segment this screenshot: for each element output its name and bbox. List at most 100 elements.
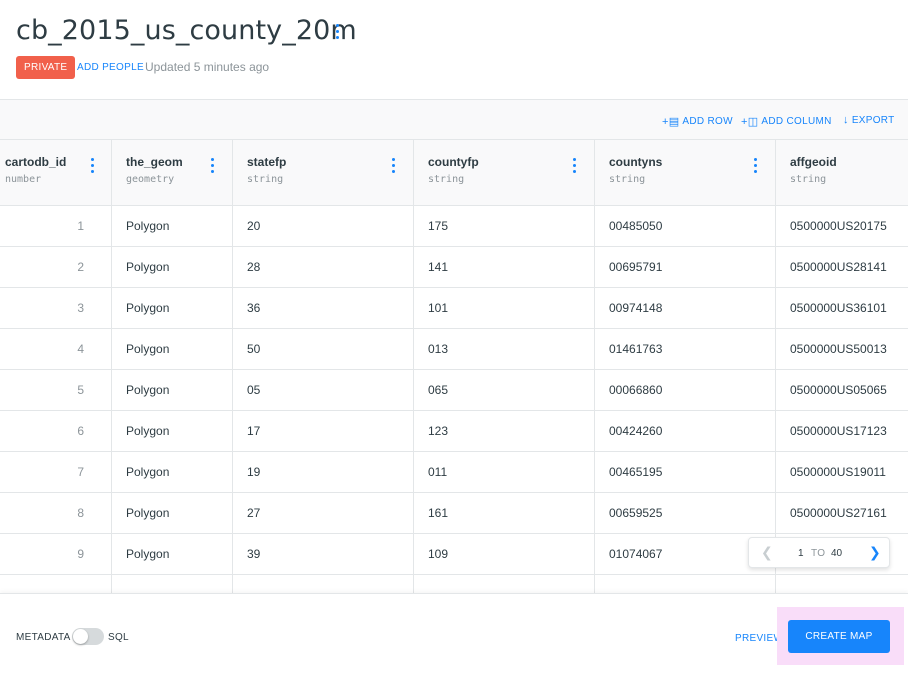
table-cell-statefp[interactable]: 39 [233, 534, 414, 575]
table-cell-statefp[interactable]: 19 [233, 452, 414, 493]
column-header-countyns[interactable]: countyns string [595, 140, 776, 206]
table-cell-cartodb_id[interactable]: 7 [0, 452, 112, 493]
table-cell-countyns[interactable]: 00465195 [595, 452, 776, 493]
table-cell-the_geom[interactable]: Polygon [112, 493, 233, 534]
table-cell-countyfp[interactable]: 161 [414, 493, 595, 534]
table-cell-affgeoid[interactable]: 0500000US17123 [776, 411, 908, 452]
table-cell-countyfp[interactable]: 101 [414, 288, 595, 329]
column-menu-icon[interactable] [571, 156, 577, 173]
table-row: 4 Polygon 50 013 01461763 0500000US50013 [0, 329, 908, 370]
add-row-label: ADD ROW [682, 116, 733, 127]
add-column-icon: +◫ [741, 116, 759, 128]
table-cell-statefp[interactable]: 17 [233, 411, 414, 452]
table-cell-affgeoid[interactable]: 0500000US19011 [776, 452, 908, 493]
dataset-options-menu-icon[interactable] [332, 22, 342, 42]
table-cell-cartodb_id[interactable]: 2 [0, 247, 112, 288]
column-type: string [609, 174, 646, 185]
table-cell-countyfp[interactable]: 175 [414, 206, 595, 247]
column-type: string [247, 174, 284, 185]
table-cell-statefp[interactable]: 36 [233, 288, 414, 329]
previous-page-icon[interactable]: ❮ [761, 544, 773, 561]
table-cell-countyfp[interactable]: 013 [414, 329, 595, 370]
table-cell-affgeoid[interactable]: 0500000US05065 [776, 370, 908, 411]
table-row: 2 Polygon 28 141 00695791 0500000US28141 [0, 247, 908, 288]
column-name: cartodb_id [5, 155, 67, 169]
table-cell-countyfp[interactable]: 123 [414, 411, 595, 452]
table-cell[interactable] [233, 575, 414, 593]
table-cell-countyfp[interactable]: 065 [414, 370, 595, 411]
column-header-statefp[interactable]: statefp string [233, 140, 414, 206]
column-header-cartodb_id[interactable]: cartodb_idnumber [0, 140, 112, 206]
table-cell-countyns[interactable]: 00485050 [595, 206, 776, 247]
table-header-row: cartodb_idnumber the_geom geometry statefp s… [0, 140, 908, 206]
table-cell-statefp[interactable]: 27 [233, 493, 414, 534]
table-cell[interactable] [0, 575, 112, 593]
table-cell-cartodb_id[interactable]: 8 [0, 493, 112, 534]
table-row: 1 Polygon 20 175 00485050 0500000US20175 [0, 206, 908, 247]
table-cell-cartodb_id[interactable]: 5 [0, 370, 112, 411]
column-header-affgeoid[interactable]: affgeoid string [776, 140, 908, 206]
create-map-button[interactable]: CREATE MAP [788, 620, 890, 653]
table-cell-affgeoid[interactable]: 0500000US27161 [776, 493, 908, 534]
dataset-title[interactable]: cb_2015_us_county_20m [16, 15, 357, 46]
table-cell-the_geom[interactable]: Polygon [112, 370, 233, 411]
table-cell-countyfp[interactable]: 011 [414, 452, 595, 493]
table-cell[interactable] [595, 575, 776, 593]
table-cell-countyns[interactable]: 00659525 [595, 493, 776, 534]
table-cell-statefp[interactable]: 28 [233, 247, 414, 288]
table-cell[interactable] [112, 575, 233, 593]
table-cell-countyfp[interactable]: 109 [414, 534, 595, 575]
export-label: EXPORT [851, 114, 895, 126]
table-cell-countyns[interactable]: 00695791 [595, 247, 776, 288]
add-row-icon: +▤ [662, 116, 680, 128]
table-cell-cartodb_id[interactable]: 9 [0, 534, 112, 575]
table-cell-affgeoid[interactable]: 0500000US36101 [776, 288, 908, 329]
table-cell-countyns[interactable]: 00424260 [595, 411, 776, 452]
table-cell-cartodb_id[interactable]: 1 [0, 206, 112, 247]
table-row: 3 Polygon 36 101 00974148 0500000US36101 [0, 288, 908, 329]
table-cell-affgeoid[interactable]: 0500000US50013 [776, 329, 908, 370]
table-cell-statefp[interactable]: 20 [233, 206, 414, 247]
table-cell-statefp[interactable]: 05 [233, 370, 414, 411]
table-cell-the_geom[interactable]: Polygon [112, 206, 233, 247]
metadata-label: METADATA [16, 632, 71, 643]
add-people-link[interactable]: ADD PEOPLE [77, 62, 144, 73]
table-cell-the_geom[interactable]: Polygon [112, 247, 233, 288]
column-menu-icon[interactable] [209, 156, 215, 173]
table-cell-affgeoid[interactable]: 0500000US20175 [776, 206, 908, 247]
next-page-icon[interactable]: ❯ [869, 544, 881, 561]
column-menu-icon[interactable] [89, 156, 95, 173]
table-cell[interactable] [776, 575, 908, 593]
add-row-button[interactable]: +▤ ADD ROW [662, 115, 733, 128]
page-to-label: TO [811, 548, 826, 559]
column-type: geometry [126, 174, 175, 185]
add-column-button[interactable]: +◫ ADD COLUMN [741, 115, 832, 128]
table-cell[interactable] [414, 575, 595, 593]
column-name: the_geom [126, 155, 183, 169]
table-cell-cartodb_id[interactable]: 6 [0, 411, 112, 452]
table-cell-countyns[interactable]: 01461763 [595, 329, 776, 370]
column-type: number [5, 174, 42, 185]
table-cell-the_geom[interactable]: Polygon [112, 534, 233, 575]
metadata-sql-toggle[interactable] [72, 628, 104, 645]
table-cell-the_geom[interactable]: Polygon [112, 452, 233, 493]
table-row: 5 Polygon 05 065 00066860 0500000US05065 [0, 370, 908, 411]
column-header-countyfp[interactable]: countyfp string [414, 140, 595, 206]
column-menu-icon[interactable] [752, 156, 758, 173]
export-button[interactable]: ↓ EXPORT [843, 114, 895, 126]
table-cell-statefp[interactable]: 50 [233, 329, 414, 370]
privacy-badge[interactable]: PRIVATE [16, 56, 76, 79]
table-cell-cartodb_id[interactable]: 4 [0, 329, 112, 370]
table-cell-the_geom[interactable]: Polygon [112, 411, 233, 452]
table-cell-the_geom[interactable]: Polygon [112, 288, 233, 329]
table-cell-cartodb_id[interactable]: 3 [0, 288, 112, 329]
column-header-the_geom[interactable]: the_geom geometry [112, 140, 233, 206]
table-cell-countyns[interactable]: 00066860 [595, 370, 776, 411]
table-cell-countyns[interactable]: 00974148 [595, 288, 776, 329]
column-menu-icon[interactable] [390, 156, 396, 173]
table-cell-affgeoid[interactable]: 0500000US28141 [776, 247, 908, 288]
preview-link[interactable]: PREVIEW [735, 633, 783, 644]
table-cell-the_geom[interactable]: Polygon [112, 329, 233, 370]
column-type: string [790, 174, 827, 185]
table-cell-countyfp[interactable]: 141 [414, 247, 595, 288]
